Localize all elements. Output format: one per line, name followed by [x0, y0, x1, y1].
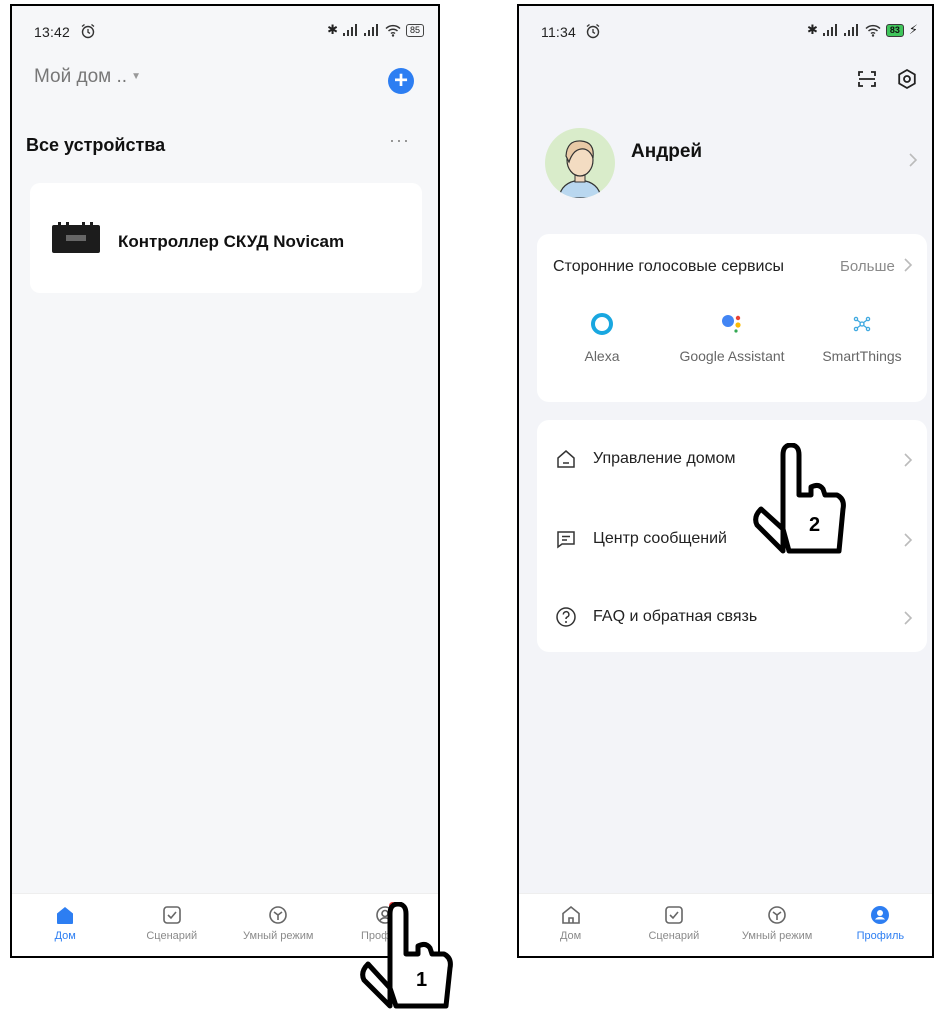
settings-menu-card: Управление домом Центр сообщений FAQ и о…: [537, 420, 927, 652]
alexa-icon: [591, 313, 613, 335]
phone-screen-home: 13:42 ✱ 85 Мой дом .. ▼ + Все устройства …: [10, 4, 440, 958]
tab-label: Сценарий: [146, 930, 198, 942]
checkbox-icon: [665, 906, 683, 924]
scan-icon[interactable]: [856, 68, 878, 90]
pointing-hand-icon: 1: [360, 902, 453, 1009]
battery-indicator: 83: [885, 23, 904, 37]
status-time: 11:34: [541, 24, 576, 40]
google-assistant-icon: [722, 315, 741, 333]
tab-scenario[interactable]: Сценарий: [119, 894, 226, 956]
profile-icon: [871, 906, 890, 924]
tab-home[interactable]: Дом: [12, 894, 119, 956]
wifi-icon: [865, 24, 881, 37]
voice-services-title: Сторонние голосовые сервисы: [553, 258, 784, 275]
caret-down-icon: ▼: [131, 71, 141, 83]
status-time: 13:42: [34, 24, 71, 40]
menu-item-label: Центр сообщений: [593, 530, 727, 547]
device-name: Контроллер СКУД Novicam: [118, 232, 345, 251]
home-name: Мой дом ..: [34, 66, 128, 87]
menu-item-label: Управление домом: [593, 450, 736, 467]
checkbox-icon: [162, 906, 181, 924]
chevron-right-icon: [904, 611, 913, 625]
help-icon: [556, 607, 576, 627]
step-number: 1: [416, 969, 427, 991]
status-bar: 13:42 ✱ 85: [12, 6, 438, 56]
section-title: Все устройства: [26, 135, 166, 155]
menu-item-message-center[interactable]: Центр сообщений: [537, 514, 927, 566]
tab-profile[interactable]: Профиль: [829, 894, 932, 956]
house-icon: [557, 450, 575, 468]
add-device-button[interactable]: +: [388, 68, 414, 94]
cube-icon: [768, 906, 786, 924]
step-number: 2: [809, 514, 820, 536]
battery-indicator: 85: [405, 23, 424, 37]
more-services-label: Больше: [840, 258, 895, 275]
menu-item-label: FAQ и обратная связь: [593, 608, 758, 625]
service-label: Google Assistant: [679, 348, 785, 364]
chevron-right-icon[interactable]: [908, 152, 918, 168]
alarm-icon: [81, 23, 95, 39]
tab-label: Сценарий: [648, 930, 700, 942]
avatar[interactable]: [545, 128, 615, 198]
service-google-assistant[interactable]: Google Assistant: [667, 312, 797, 364]
bluetooth-icon: ✱: [806, 22, 818, 37]
tab-home[interactable]: Дом: [519, 894, 622, 956]
home-icon: [57, 907, 74, 924]
tab-label: Дом: [54, 930, 76, 942]
signal-icon: [822, 24, 837, 36]
top-actions: [856, 68, 918, 90]
tab-smart-mode[interactable]: Умный режим: [225, 894, 332, 956]
access-controller-icon: [52, 222, 100, 253]
tab-scenario[interactable]: Сценарий: [622, 894, 725, 956]
settings-icon[interactable]: [896, 68, 918, 90]
status-bar: 11:34 ✱ 83 ⚡: [519, 6, 932, 56]
more-services-link[interactable]: Больше: [840, 258, 913, 275]
bottom-tab-bar: Дом Сценарий Умный режим Профиль: [519, 893, 932, 956]
menu-item-faq-feedback[interactable]: FAQ и обратная связь: [537, 592, 927, 644]
charging-icon: ⚡: [908, 22, 918, 37]
wifi-icon: [385, 24, 401, 37]
tab-label: Умный режим: [741, 930, 813, 942]
bluetooth-icon: ✱: [327, 22, 338, 37]
menu-item-home-management[interactable]: Управление домом: [537, 434, 927, 486]
alarm-icon: [586, 23, 600, 39]
smartthings-icon: [853, 316, 871, 332]
device-card[interactable]: Контроллер СКУД Novicam: [30, 183, 422, 293]
more-options-button[interactable]: ···: [389, 130, 410, 151]
service-label: Alexa: [584, 348, 620, 364]
signal-icon: [342, 24, 357, 36]
service-label: SmartThings: [822, 348, 902, 364]
phone-screen-profile: 11:34 ✱ 83 ⚡ Андрей Сторонние голосовые …: [517, 4, 934, 958]
home-selector[interactable]: Мой дом .. ▼: [34, 66, 141, 88]
message-icon: [557, 531, 575, 549]
tab-label: Профиль: [856, 930, 905, 942]
signal-icon: [363, 24, 378, 36]
home-icon: [561, 905, 580, 924]
service-alexa[interactable]: Alexa: [537, 312, 667, 364]
tab-label: Умный режим: [243, 930, 314, 942]
signal-icon: [843, 24, 858, 36]
service-smartthings[interactable]: SmartThings: [797, 312, 927, 364]
user-avatar-icon: [558, 140, 602, 198]
profile-name[interactable]: Андрей: [631, 141, 702, 163]
chevron-right-icon: [904, 258, 913, 272]
cube-icon: [269, 906, 288, 924]
voice-services-card: Сторонние голосовые сервисы Больше Alexa…: [537, 234, 927, 402]
chevron-right-icon: [904, 533, 913, 547]
tab-smart-mode[interactable]: Умный режим: [726, 894, 829, 956]
chevron-right-icon: [904, 453, 913, 467]
pointing-hand-icon: 2: [753, 443, 846, 554]
tab-label: Дом: [559, 930, 582, 942]
